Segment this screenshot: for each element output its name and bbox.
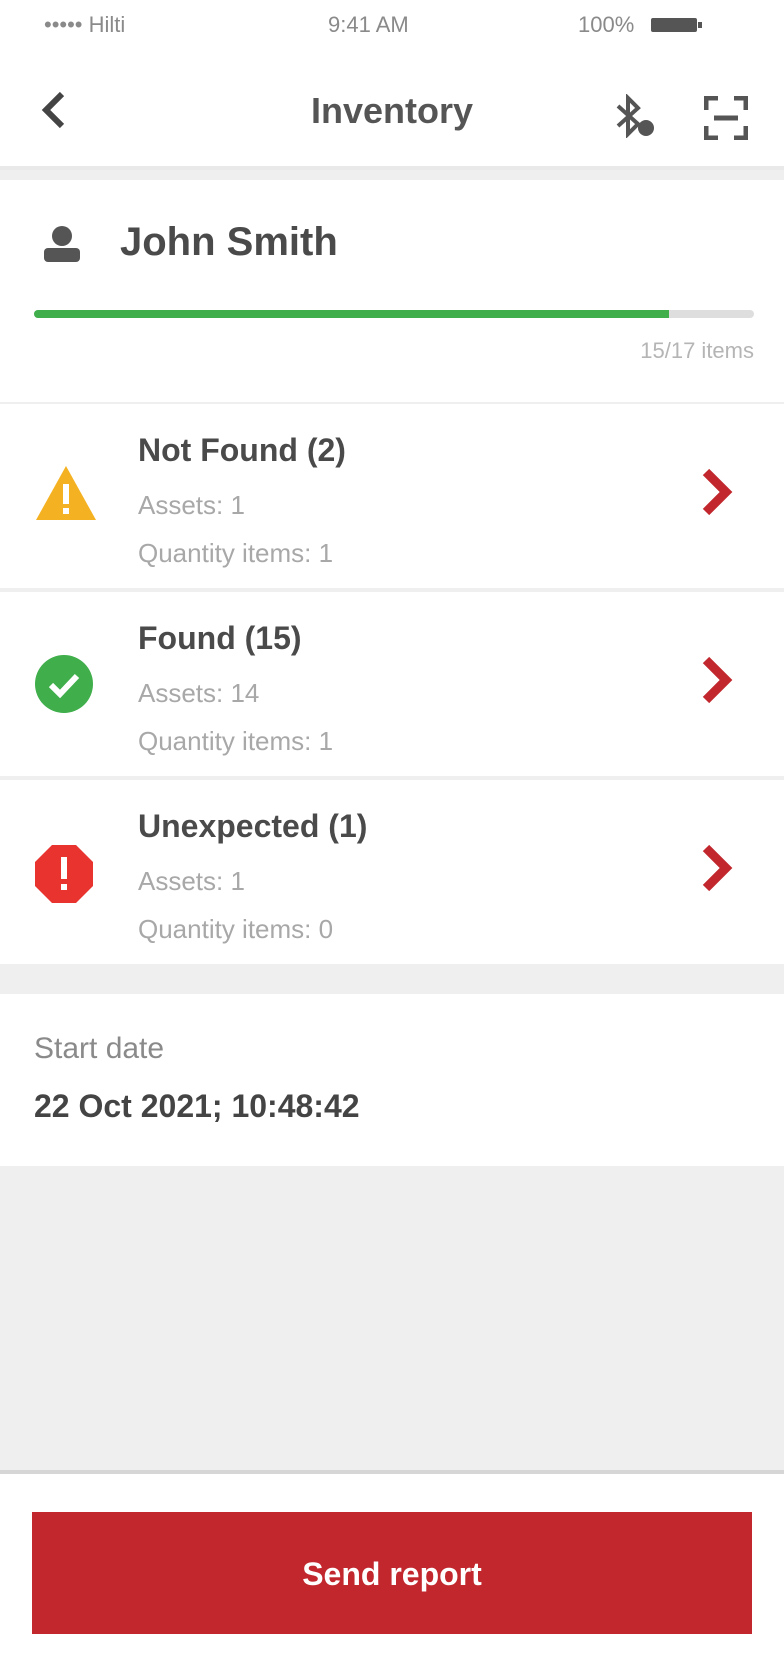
warning-icon <box>34 464 98 529</box>
row-assets: Assets: 14 <box>138 678 260 708</box>
page-title: Inventory <box>310 90 474 131</box>
progress-fill <box>34 310 670 318</box>
row-quantity: Quantity items: 1 <box>138 726 334 756</box>
battery-icon <box>650 16 704 39</box>
row-title: Found (15) <box>138 620 302 656</box>
battery-label: 100% <box>578 12 635 37</box>
progress-count: 15/17 items <box>640 338 754 363</box>
send-report-button[interactable]: Send report <box>32 1512 752 1634</box>
row-not-found[interactable]: Not Found (2) Assets: 1 Quantity items: … <box>0 404 784 588</box>
start-date-value: 22 Oct 2021; 10:48:42 <box>34 1088 360 1124</box>
user-icon <box>40 224 84 269</box>
scan-icon[interactable] <box>703 95 749 145</box>
status-bar: ••••• Hilti 9:41 AM 100% <box>0 0 784 46</box>
row-found[interactable]: Found (15) Assets: 14 Quantity items: 1 <box>0 592 784 776</box>
row-title: Not Found (2) <box>138 432 346 468</box>
user-name: John Smith <box>120 220 338 264</box>
row-quantity: Quantity items: 1 <box>138 538 334 568</box>
nav-bar: Inventory <box>0 46 784 170</box>
start-date-card: Start date 22 Oct 2021; 10:48:42 <box>0 994 784 1166</box>
row-title: Unexpected (1) <box>138 808 368 844</box>
error-octagon-icon <box>34 844 94 909</box>
chevron-right-icon <box>700 844 734 897</box>
clock-label: 9:41 AM <box>328 12 409 37</box>
chevron-right-icon <box>700 468 734 521</box>
chevron-right-icon <box>700 656 734 709</box>
row-unexpected[interactable]: Unexpected (1) Assets: 1 Quantity items:… <box>0 780 784 964</box>
user-card: John Smith 15/17 items <box>0 180 784 402</box>
bluetooth-icon[interactable] <box>612 93 656 143</box>
row-assets: Assets: 1 <box>138 866 245 896</box>
check-circle-icon <box>34 654 94 719</box>
row-quantity: Quantity items: 0 <box>138 914 334 944</box>
row-assets: Assets: 1 <box>138 490 245 520</box>
footer: Send report <box>0 1470 784 1656</box>
start-date-label: Start date <box>34 1032 165 1065</box>
progress-bar <box>34 310 754 318</box>
carrier-label: ••••• Hilti <box>44 12 126 37</box>
